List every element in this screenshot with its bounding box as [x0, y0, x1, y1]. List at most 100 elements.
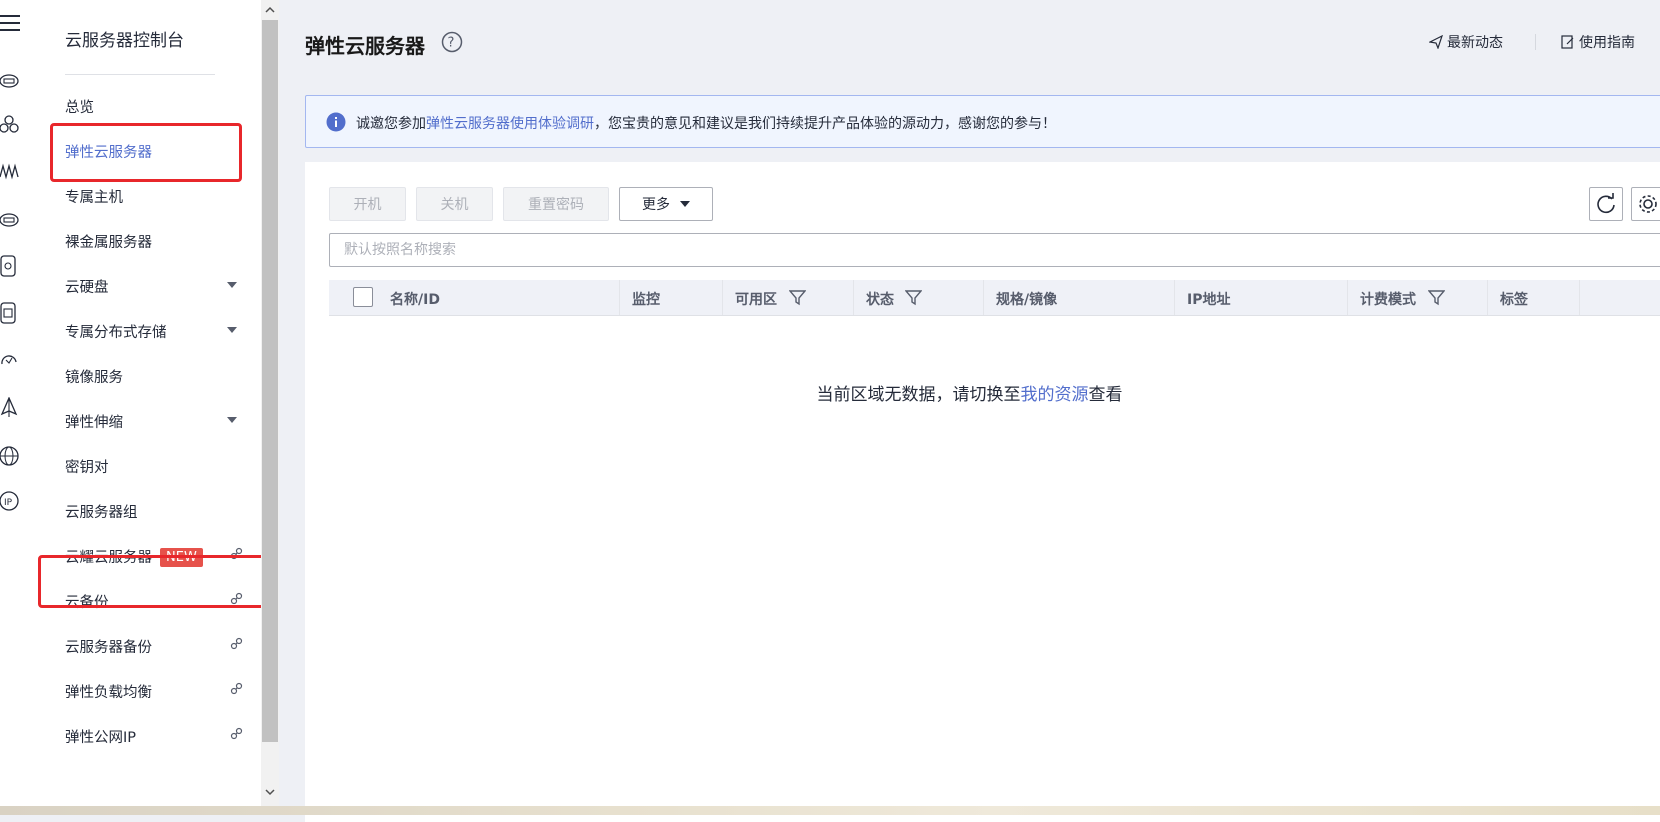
waveform-icon[interactable] [0, 161, 22, 183]
column-divider [1347, 280, 1348, 315]
sidebar-item-ims[interactable]: 镜像服务 [40, 356, 261, 394]
sidebar-item-eip[interactable]: 弹性公网IP [40, 716, 261, 754]
sidebar-item-bare-metal[interactable]: 裸金属服务器 [40, 221, 261, 259]
sidebar-item-evs[interactable]: 云硬盘 [40, 266, 261, 304]
sidebar-item-elb[interactable]: 弹性负载均衡 [40, 671, 261, 709]
more-dropdown-button[interactable]: 更多 [619, 187, 713, 221]
notice-suffix: ，您宝贵的意见和建议是我们持续提升产品体验的源动力，感谢您的参与！ [594, 116, 1056, 132]
scroll-down-icon[interactable] [264, 786, 276, 798]
dedicated-storage-icon[interactable] [0, 302, 22, 324]
column-header-status[interactable]: 状态 [866, 289, 894, 309]
column-header-billing[interactable]: 计费模式 [1360, 289, 1416, 309]
column-header-name[interactable]: 名称/ID [390, 289, 440, 309]
external-link-icon [230, 637, 243, 650]
caret-down-icon [227, 327, 237, 333]
search-input[interactable] [329, 233, 1660, 267]
start-button[interactable]: 开机 [329, 187, 406, 221]
sidebar-item-label: 弹性伸缩 [65, 415, 123, 431]
sidebar-item-label: 裸金属服务器 [65, 235, 152, 251]
empty-suffix: 查看 [1088, 385, 1123, 405]
refresh-button[interactable] [1589, 187, 1623, 221]
sidebar-item-label: 专属主机 [65, 190, 123, 206]
ip-icon[interactable]: IP [0, 490, 22, 512]
select-all-checkbox[interactable] [353, 287, 373, 307]
sail-icon[interactable] [0, 397, 22, 419]
info-icon [326, 112, 346, 132]
column-header-monitor[interactable]: 监控 [632, 289, 660, 309]
sidebar-item-dss[interactable]: 专属分布式存储 [40, 311, 261, 349]
column-divider [1174, 280, 1175, 315]
sidebar-item-ecs[interactable]: 弹性云服务器 [40, 131, 261, 169]
header-divider [1535, 34, 1536, 50]
survey-link[interactable]: 弹性云服务器使用体验调研 [426, 116, 594, 132]
guide-link-label: 使用指南 [1579, 35, 1635, 51]
my-resources-link[interactable]: 我的资源 [1021, 385, 1089, 405]
sidebar-item-label: 镜像服务 [65, 370, 123, 386]
column-header-az[interactable]: 可用区 [735, 289, 777, 309]
sidebar-item-cbr[interactable]: 云备份 [40, 581, 261, 619]
sidebar-item-text: 云耀云服务器 [65, 550, 152, 566]
nav-divider [65, 74, 215, 75]
notice-text: 诚邀您参加弹性云服务器使用体验调研，您宝贵的意见和建议是我们持续提升产品体验的源… [356, 113, 1056, 133]
filter-icon[interactable] [1428, 289, 1445, 306]
reset-password-button[interactable]: 重置密码 [503, 187, 609, 221]
column-header-spec[interactable]: 规格/镜像 [996, 289, 1057, 309]
sidebar-item-label: 云硬盘 [65, 280, 109, 296]
survey-notice: 诚邀您参加弹性云服务器使用体验调研，您宝贵的意见和建议是我们持续提升产品体验的源… [305, 95, 1660, 148]
instance-list-panel: 开机 关机 重置密码 更多 名称/ID 监控 可用区 状态 规格/镜像 IP [305, 162, 1660, 822]
sidebar-item-label: 云耀云服务器 NEW [65, 546, 203, 567]
filter-icon[interactable] [789, 289, 806, 306]
sidebar-item-label: 弹性云服务器 [65, 145, 152, 161]
cluster-icon[interactable] [0, 114, 22, 136]
sidebar-item-hecs[interactable]: 云耀云服务器 NEW [40, 536, 261, 574]
menu-icon[interactable] [0, 12, 22, 34]
guide-icon [1561, 35, 1574, 49]
column-divider [619, 280, 620, 315]
external-link-icon [230, 547, 243, 560]
storage-icon[interactable] [0, 255, 22, 277]
main-content: 弹性云服务器 ? 最新动态 使用指南 诚邀您参加弹性云服务器使用体验调研，您宝贵… [279, 0, 1660, 822]
cloud-server-icon[interactable] [0, 70, 22, 92]
disk-icon[interactable] [0, 209, 22, 231]
sidebar-item-label: 弹性公网IP [65, 730, 137, 746]
table-header: 名称/ID 监控 可用区 状态 规格/镜像 IP地址 计费模式 标签 [329, 280, 1660, 316]
column-divider [1487, 280, 1488, 315]
sidebar-item-key-pair[interactable]: 密钥对 [40, 446, 261, 484]
sidebar-item-server-group[interactable]: 云服务器组 [40, 491, 261, 529]
console-title: 云服务器控制台 [65, 31, 184, 51]
refresh-icon [1597, 193, 1615, 214]
settings-button[interactable] [1631, 187, 1660, 221]
external-link-icon [230, 682, 243, 695]
cloud-refresh-icon[interactable] [0, 349, 22, 371]
news-link[interactable]: 最新动态 [1428, 32, 1503, 52]
external-link-icon [230, 592, 243, 605]
sidebar-item-label: 云备份 [65, 595, 109, 611]
new-badge: NEW [160, 548, 203, 567]
sidebar-scrollbar[interactable] [261, 0, 279, 815]
globe-icon[interactable] [0, 445, 22, 467]
guide-link[interactable]: 使用指南 [1561, 32, 1635, 52]
column-header-ip[interactable]: IP地址 [1187, 289, 1230, 309]
sidebar-item-overview[interactable]: 总览 [40, 86, 261, 124]
column-header-tags[interactable]: 标签 [1500, 289, 1528, 309]
help-icon[interactable]: ? [441, 31, 463, 53]
news-link-label: 最新动态 [1447, 35, 1503, 51]
caret-down-icon [227, 417, 237, 423]
column-divider [1579, 280, 1580, 315]
sidebar-item-label: 密钥对 [65, 460, 109, 476]
filter-icon[interactable] [905, 289, 922, 306]
empty-state: 当前区域无数据，请切换至我的资源查看 [279, 380, 1660, 405]
sidebar-item-dedicated-host[interactable]: 专属主机 [40, 176, 261, 214]
scrollbar-thumb[interactable] [262, 20, 278, 742]
gear-icon [1639, 195, 1657, 213]
notice-prefix: 诚邀您参加 [356, 116, 426, 132]
caret-down-icon [227, 282, 237, 288]
sidebar-item-server-backup[interactable]: 云服务器备份 [40, 626, 261, 664]
caret-down-icon [680, 201, 690, 207]
sidebar-item-auto-scaling[interactable]: 弹性伸缩 [40, 401, 261, 439]
scroll-up-icon[interactable] [264, 4, 276, 16]
stop-button[interactable]: 关机 [416, 187, 493, 221]
sidebar-item-label: 专属分布式存储 [65, 325, 167, 341]
sidebar-item-label: 云服务器备份 [65, 640, 152, 656]
column-divider [722, 280, 723, 315]
